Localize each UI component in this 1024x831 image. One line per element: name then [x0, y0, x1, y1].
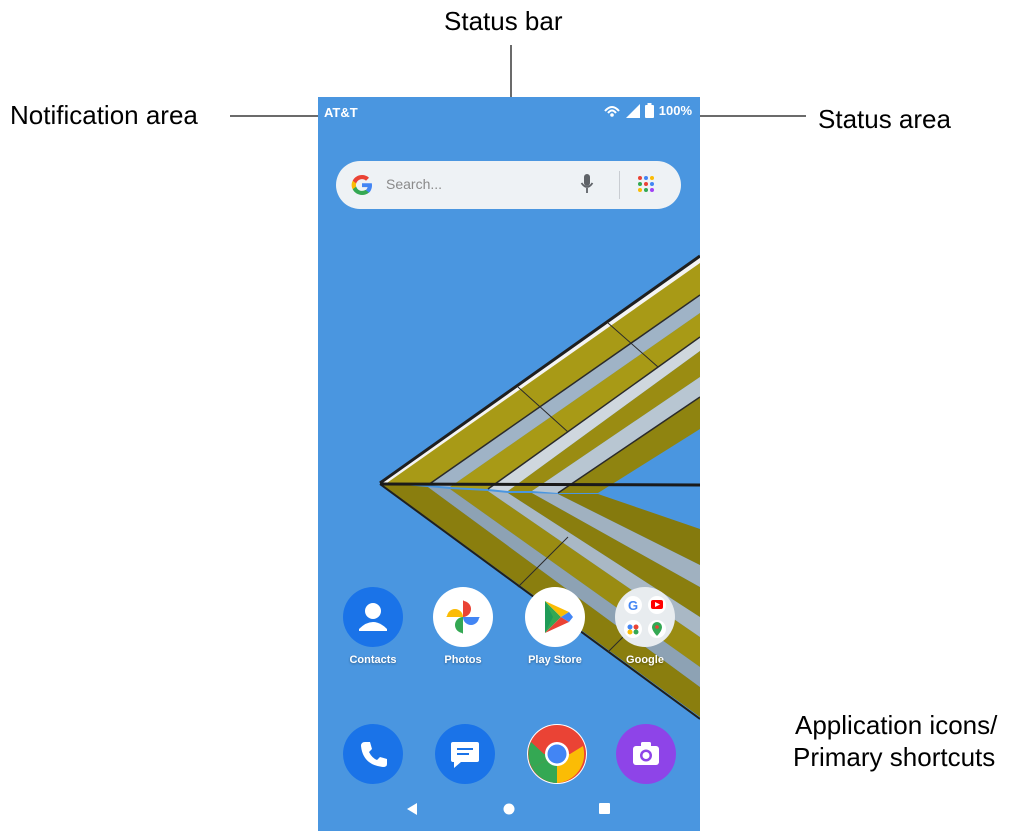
app-drawer-icon[interactable]: [637, 175, 655, 193]
app-label: Contacts: [349, 654, 397, 666]
google-folder-icon: G: [615, 587, 675, 647]
back-icon[interactable]: [405, 802, 419, 816]
wallpaper-image: [379, 254, 700, 720]
recents-icon[interactable]: [599, 803, 611, 815]
search-divider: [619, 171, 620, 199]
phone-home-screen: AT&T 100% Search... Contacts Photos Play…: [318, 97, 700, 831]
app-photos[interactable]: Photos: [418, 587, 508, 666]
status-bar[interactable]: AT&T 100%: [318, 97, 700, 127]
battery-percent: 100%: [658, 103, 692, 118]
app-label: Photos: [444, 654, 482, 666]
search-input[interactable]: Search...: [386, 176, 442, 192]
google-icon: [351, 175, 372, 195]
messages-icon[interactable]: [435, 724, 495, 784]
navigation-bar: [318, 783, 700, 831]
app-label: Google: [626, 654, 664, 666]
camera-icon[interactable]: [616, 724, 676, 784]
app-play-store[interactable]: Play Store: [510, 587, 600, 666]
svg-text:G: G: [628, 598, 638, 613]
app-google-folder[interactable]: G Google: [600, 587, 690, 666]
play-store-icon: [525, 587, 585, 647]
callout-status-area: Status area: [818, 104, 951, 134]
chrome-icon[interactable]: [527, 724, 587, 784]
google-search-bar[interactable]: Search...: [336, 161, 681, 209]
callout-status-bar: Status bar: [444, 6, 563, 36]
photos-icon: [433, 587, 493, 647]
wifi-calling-icon: [603, 105, 620, 117]
app-contacts[interactable]: Contacts: [328, 587, 418, 666]
callout-app-icons-line1: Application icons/: [795, 710, 998, 740]
callout-app-icons-line2: Primary shortcuts: [793, 742, 996, 772]
status-area: 100%: [603, 103, 692, 118]
callout-line-status-area: [698, 115, 806, 117]
home-icon[interactable]: [503, 803, 515, 815]
app-label: Play Store: [528, 654, 582, 666]
callout-notification-area: Notification area: [10, 100, 198, 130]
microphone-icon[interactable]: [580, 173, 594, 195]
callout-line-notification-area: [230, 115, 330, 117]
phone-icon[interactable]: [343, 724, 403, 784]
contacts-icon: [343, 587, 403, 647]
carrier-label: AT&T: [324, 105, 358, 120]
signal-icon: [625, 103, 640, 118]
battery-icon: [644, 103, 654, 118]
